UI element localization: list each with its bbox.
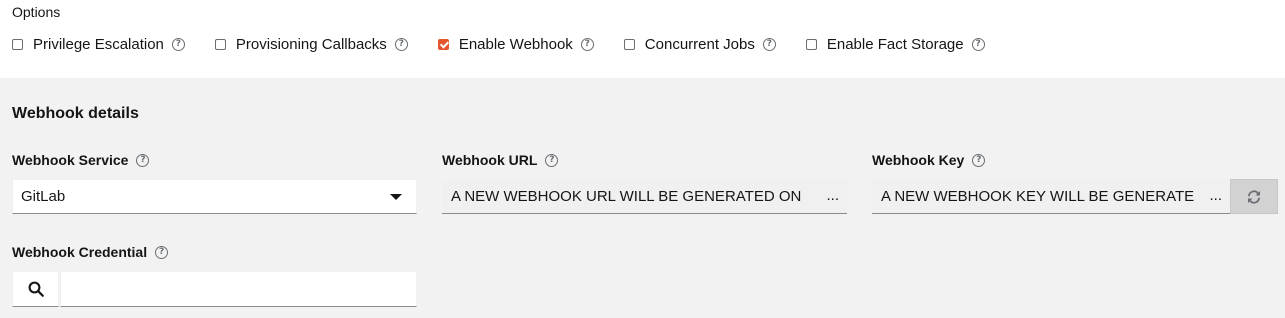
enable-fact-storage-checkbox[interactable] xyxy=(805,38,817,50)
webhook-credential-lookup xyxy=(12,271,417,307)
caret-down-icon xyxy=(390,194,402,200)
help-icon[interactable]: ? xyxy=(155,245,169,259)
option-label: Enable Fact Storage xyxy=(826,35,964,53)
webhook-url-ellipsis: ... xyxy=(826,187,839,204)
options-title: Options xyxy=(12,4,61,20)
provisioning-callbacks-checkbox[interactable] xyxy=(214,38,226,50)
option-enable-fact-storage[interactable]: Enable Fact Storage ? xyxy=(805,35,985,53)
option-enable-webhook[interactable]: Enable Webhook ? xyxy=(437,35,594,53)
option-concurrent-jobs[interactable]: Concurrent Jobs ? xyxy=(623,35,776,53)
options-section: Options Privilege Escalation ? Provision… xyxy=(0,0,1285,78)
regenerate-key-button[interactable] xyxy=(1230,179,1278,214)
webhook-key-ellipsis: ... xyxy=(1209,187,1222,204)
help-icon[interactable]: ? xyxy=(972,153,986,167)
option-label: Privilege Escalation xyxy=(33,35,164,53)
concurrent-jobs-checkbox[interactable] xyxy=(623,38,635,50)
help-icon[interactable]: ? xyxy=(580,37,594,51)
webhook-url-label-text: Webhook URL xyxy=(442,152,538,168)
webhook-url-value: A NEW WEBHOOK URL WILL BE GENERATED ON xyxy=(451,187,802,205)
sync-icon xyxy=(1248,189,1260,204)
webhook-service-select[interactable]: GitLab xyxy=(12,179,417,214)
webhook-credential-label-text: Webhook Credential xyxy=(12,244,148,260)
option-label: Enable Webhook xyxy=(458,35,573,53)
credential-search-button[interactable] xyxy=(12,271,59,307)
webhook-key-label-text: Webhook Key xyxy=(872,152,965,168)
help-icon[interactable]: ? xyxy=(171,37,185,51)
webhook-key-label: Webhook Key ? xyxy=(872,152,986,168)
webhook-key-value: A NEW WEBHOOK KEY WILL BE GENERATE xyxy=(881,187,1195,205)
help-icon[interactable]: ? xyxy=(394,37,408,51)
webhook-key-field[interactable]: A NEW WEBHOOK KEY WILL BE GENERATE ... xyxy=(872,179,1230,214)
webhook-credential-label: Webhook Credential ? xyxy=(12,244,169,260)
option-privilege-escalation[interactable]: Privilege Escalation ? xyxy=(12,36,185,53)
webhook-credential-input[interactable] xyxy=(60,271,417,307)
webhook-details-section: Webhook details Webhook Service ? GitLab… xyxy=(0,78,1285,318)
option-label: Provisioning Callbacks xyxy=(235,35,387,53)
webhook-service-value: GitLab xyxy=(21,188,66,205)
webhook-url-field[interactable]: A NEW WEBHOOK URL WILL BE GENERATED ON .… xyxy=(442,179,847,214)
help-icon[interactable]: ? xyxy=(971,37,985,51)
options-row: Privilege Escalation ? Provisioning Call… xyxy=(12,33,1015,55)
option-label: Concurrent Jobs xyxy=(644,35,755,53)
webhook-service-label: Webhook Service ? xyxy=(12,152,150,168)
webhook-url-label: Webhook URL ? xyxy=(442,152,559,168)
help-icon[interactable]: ? xyxy=(136,153,150,167)
help-icon[interactable]: ? xyxy=(545,153,559,167)
webhook-details-title: Webhook details xyxy=(12,105,139,122)
search-icon xyxy=(28,281,44,297)
webhook-service-label-text: Webhook Service xyxy=(12,152,129,168)
help-icon[interactable]: ? xyxy=(762,37,776,51)
enable-webhook-checkbox[interactable] xyxy=(437,38,449,50)
option-provisioning-callbacks[interactable]: Provisioning Callbacks ? xyxy=(214,35,408,53)
privilege-escalation-checkbox[interactable] xyxy=(12,38,23,50)
